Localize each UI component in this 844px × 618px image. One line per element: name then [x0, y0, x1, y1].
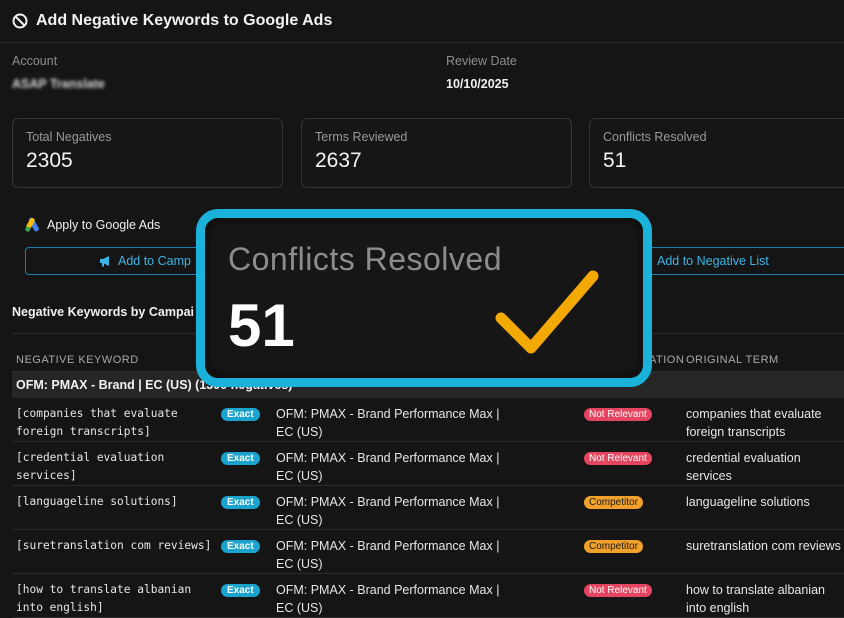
- table-row[interactable]: [languageline solutions] Exact OFM: PMAX…: [12, 486, 844, 530]
- add-to-negative-list-label: Add to Negative List: [657, 254, 769, 268]
- stat-label: Conflicts Resolved: [603, 130, 707, 144]
- table-row[interactable]: [suretranslation com reviews] Exact OFM:…: [12, 530, 844, 574]
- conflicts-resolved-callout: Conflicts Resolved 51: [196, 209, 652, 387]
- checkmark-icon: [495, 270, 599, 354]
- review-date-label: Review Date: [446, 54, 517, 68]
- google-ads-icon: [25, 217, 39, 232]
- reason-badge: Not Relevant: [584, 584, 652, 597]
- table-row[interactable]: [companies that evaluate foreign transcr…: [12, 398, 844, 442]
- original-term: how to translate albanian into english: [686, 583, 825, 615]
- campaign-name: OFM: PMAX - Brand Performance Max | EC (…: [276, 495, 500, 527]
- table-row[interactable]: [how to translate albanian into english]…: [12, 574, 844, 618]
- match-type-badge: Exact: [221, 584, 260, 597]
- apply-to-google-ads: Apply to Google Ads: [25, 217, 160, 232]
- section-title: Negative Keywords by Campai: [12, 305, 195, 319]
- add-to-campaign-label: Add to Camp: [118, 254, 191, 268]
- account-label: Account: [12, 54, 58, 68]
- original-term: credential evaluation services: [686, 451, 801, 483]
- stat-value: 51: [603, 149, 627, 172]
- review-date-value: 10/10/2025: [446, 77, 509, 91]
- ban-icon: [12, 13, 28, 29]
- stat-card-conflicts-resolved: Conflicts Resolved 51: [589, 118, 844, 188]
- negative-keyword: [companies that evaluate foreign transcr…: [16, 407, 178, 438]
- match-type-badge: Exact: [221, 540, 260, 553]
- stat-value: 2637: [315, 149, 362, 172]
- account-value: ASAP Translate: [12, 77, 105, 91]
- original-term: suretranslation com reviews: [686, 539, 841, 553]
- reason-badge: Competitor: [584, 496, 643, 509]
- stat-card-terms-reviewed: Terms Reviewed 2637: [301, 118, 572, 188]
- page-title: Add Negative Keywords to Google Ads: [36, 12, 333, 29]
- original-term: languageline solutions: [686, 495, 810, 509]
- megaphone-icon: [100, 256, 109, 267]
- negative-keyword: [credential evaluation services]: [16, 451, 165, 482]
- campaign-name: OFM: PMAX - Brand Performance Max | EC (…: [276, 539, 500, 571]
- negative-keyword: [how to translate albanian into english]: [16, 583, 192, 614]
- match-type-badge: Exact: [221, 408, 260, 421]
- match-type-badge: Exact: [221, 496, 260, 509]
- reason-badge: Not Relevant: [584, 452, 652, 465]
- match-type-badge: Exact: [221, 452, 260, 465]
- reason-badge: Competitor: [584, 540, 643, 553]
- table-row[interactable]: [credential evaluation services] Exact O…: [12, 442, 844, 486]
- stat-card-total-negatives: Total Negatives 2305: [12, 118, 283, 188]
- original-term: companies that evaluate foreign transcri…: [686, 407, 822, 439]
- callout-value: 51: [228, 292, 295, 359]
- campaign-name: OFM: PMAX - Brand Performance Max | EC (…: [276, 451, 500, 483]
- header-negative-keyword: NEGATIVE KEYWORD: [16, 354, 139, 366]
- reason-badge: Not Relevant: [584, 408, 652, 421]
- campaign-name: OFM: PMAX - Brand Performance Max | EC (…: [276, 407, 500, 439]
- callout-label: Conflicts Resolved: [228, 241, 502, 277]
- stat-label: Terms Reviewed: [315, 130, 408, 144]
- stat-label: Total Negatives: [26, 130, 112, 144]
- campaign-name: OFM: PMAX - Brand Performance Max | EC (…: [276, 583, 500, 615]
- header-original-term: ORIGINAL TERM: [686, 354, 779, 366]
- negative-keyword: [suretranslation com reviews]: [16, 539, 212, 552]
- negative-keyword: [languageline solutions]: [16, 495, 178, 508]
- stat-value: 2305: [26, 149, 73, 172]
- apply-label: Apply to Google Ads: [47, 217, 161, 232]
- header-action: ATION: [649, 354, 685, 366]
- page-header: Add Negative Keywords to Google Ads: [0, 0, 844, 43]
